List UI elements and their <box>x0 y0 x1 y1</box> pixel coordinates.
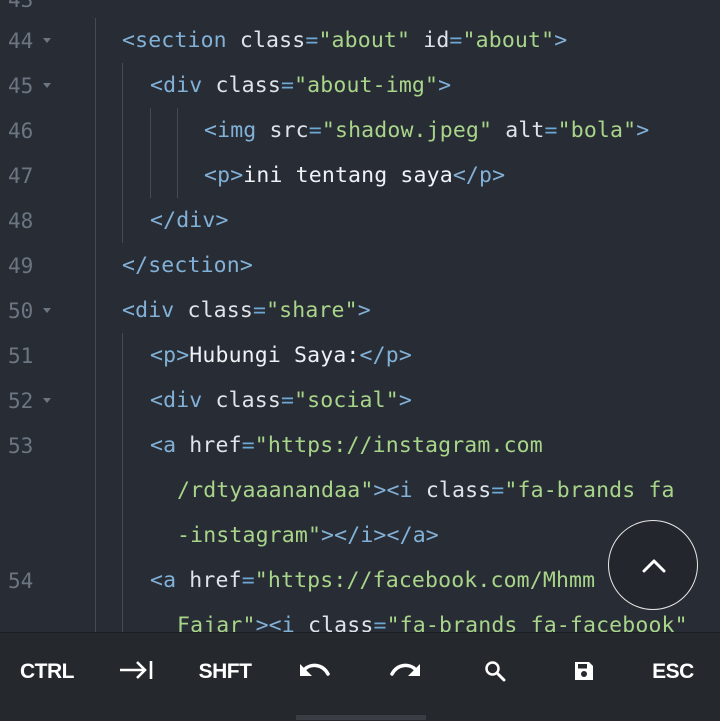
line-number: 53 <box>8 434 34 458</box>
fold-arrow-icon[interactable] <box>43 83 51 88</box>
indent-guide <box>177 108 178 153</box>
indent-guide <box>95 558 96 603</box>
indent-guide <box>95 198 96 243</box>
line-number: 45 <box>8 74 34 98</box>
fold-arrow-icon[interactable] <box>43 38 51 43</box>
code-line: 50 <div class="share"> <box>0 288 720 333</box>
indent-guide <box>95 468 96 513</box>
indent-guide <box>95 333 96 378</box>
indent-guide <box>122 513 123 558</box>
code-text[interactable]: </div> <box>150 208 229 234</box>
indent-guide <box>150 108 151 153</box>
indent-guide <box>95 513 96 558</box>
save-icon <box>575 662 593 680</box>
save-button[interactable] <box>540 633 630 711</box>
code-line: 47 <p>ini tentang saya</p> <box>0 153 720 198</box>
code-text[interactable]: <img src="shadow.jpeg" alt="bola"> <box>204 118 649 144</box>
code-text[interactable]: -instagram"></i></a> <box>177 523 439 549</box>
shift-key-button[interactable]: SHFT <box>180 633 270 711</box>
code-line: 53 <a href="https://instagram.com <box>0 423 720 468</box>
line-number: 51 <box>8 344 34 368</box>
tab-key-button[interactable] <box>90 633 180 711</box>
code-line: 44 <section class="about" id="about"> <box>0 18 720 63</box>
code-line: /rdtyaaanandaa"><i class="fa-brands fa <box>0 468 720 513</box>
nav-handle <box>296 715 426 720</box>
fold-arrow-icon[interactable] <box>43 398 51 403</box>
shift-key-label: SHFT <box>198 660 252 683</box>
indent-guide <box>95 288 96 333</box>
indent-guide <box>95 423 96 468</box>
line-number: 46 <box>8 119 34 143</box>
indent-guide <box>95 63 96 108</box>
code-editor[interactable]: 43 44 <section class="about" id="about"> 4… <box>0 0 720 632</box>
keyboard-toolbar: CTRL SHFT ESC <box>0 632 720 721</box>
indent-guide <box>122 603 123 632</box>
indent-guide <box>122 558 123 603</box>
line-number: 49 <box>8 254 34 278</box>
code-text[interactable]: <div class="social"> <box>150 388 412 414</box>
indent-guide <box>122 423 123 468</box>
indent-guide <box>122 153 123 198</box>
indent-guide <box>95 18 96 63</box>
indent-guide <box>95 243 96 288</box>
indent-guide <box>95 153 96 198</box>
indent-guide <box>95 378 96 423</box>
scroll-to-top-button[interactable] <box>608 520 698 610</box>
tab-arrow-icon <box>120 661 153 679</box>
indent-guide <box>122 198 123 243</box>
line-number: 48 <box>8 209 34 233</box>
chevron-up-icon <box>642 559 666 573</box>
redo-button[interactable] <box>360 633 450 711</box>
undo-icon <box>300 663 330 676</box>
code-line: 45 <div class="about-img"> <box>0 63 720 108</box>
code-line: 51 <p>Hubungi Saya:</p> <box>0 333 720 378</box>
indent-guide <box>122 333 123 378</box>
code-line: 49 </section> <box>0 243 720 288</box>
ctrl-key-label: CTRL <box>20 660 75 683</box>
code-text[interactable]: <p>Hubungi Saya:</p> <box>150 343 412 369</box>
code-text[interactable]: <div class="share"> <box>122 298 371 324</box>
indent-guide <box>122 63 123 108</box>
code-text[interactable]: <a href="https://facebook.com/Mhmm <box>150 568 595 594</box>
indent-guide <box>150 153 151 198</box>
code-line: 52 <div class="social"> <box>0 378 720 423</box>
code-text[interactable]: <a href="https://instagram.com <box>150 433 543 459</box>
indent-guide <box>95 603 96 632</box>
line-number: 50 <box>8 299 34 323</box>
redo-icon <box>390 663 420 676</box>
code-text[interactable]: <p>ini tentang saya</p> <box>204 163 505 189</box>
search-button[interactable] <box>450 633 540 711</box>
line-number: 44 <box>8 29 34 53</box>
line-number: 52 <box>8 389 34 413</box>
code-text[interactable]: <div class="about-img"> <box>150 73 451 99</box>
esc-key-label: ESC <box>652 660 694 683</box>
line-number: 43 <box>8 0 34 12</box>
undo-button[interactable] <box>270 633 360 711</box>
indent-guide <box>95 108 96 153</box>
code-line: 48 </div> <box>0 198 720 243</box>
ctrl-key-button[interactable]: CTRL <box>2 633 92 711</box>
fold-arrow-icon[interactable] <box>43 308 51 313</box>
code-text[interactable]: /rdtyaaanandaa"><i class="fa-brands fa <box>177 478 675 504</box>
indent-guide <box>177 153 178 198</box>
indent-guide <box>122 378 123 423</box>
code-line: 46 <img src="shadow.jpeg" alt="bola"> <box>0 108 720 153</box>
line-number: 54 <box>8 569 34 593</box>
code-text[interactable]: <section class="about" id="about"> <box>122 28 567 54</box>
code-text[interactable]: Fajar"><i class="fa-brands fa-facebook" <box>177 613 688 632</box>
line-number: 47 <box>8 164 34 188</box>
code-line: Fajar"><i class="fa-brands fa-facebook" <box>0 603 720 632</box>
indent-guide <box>122 108 123 153</box>
code-text[interactable]: </section> <box>122 253 253 279</box>
esc-key-button[interactable]: ESC <box>628 633 718 711</box>
indent-guide <box>122 468 123 513</box>
search-icon <box>485 661 506 682</box>
